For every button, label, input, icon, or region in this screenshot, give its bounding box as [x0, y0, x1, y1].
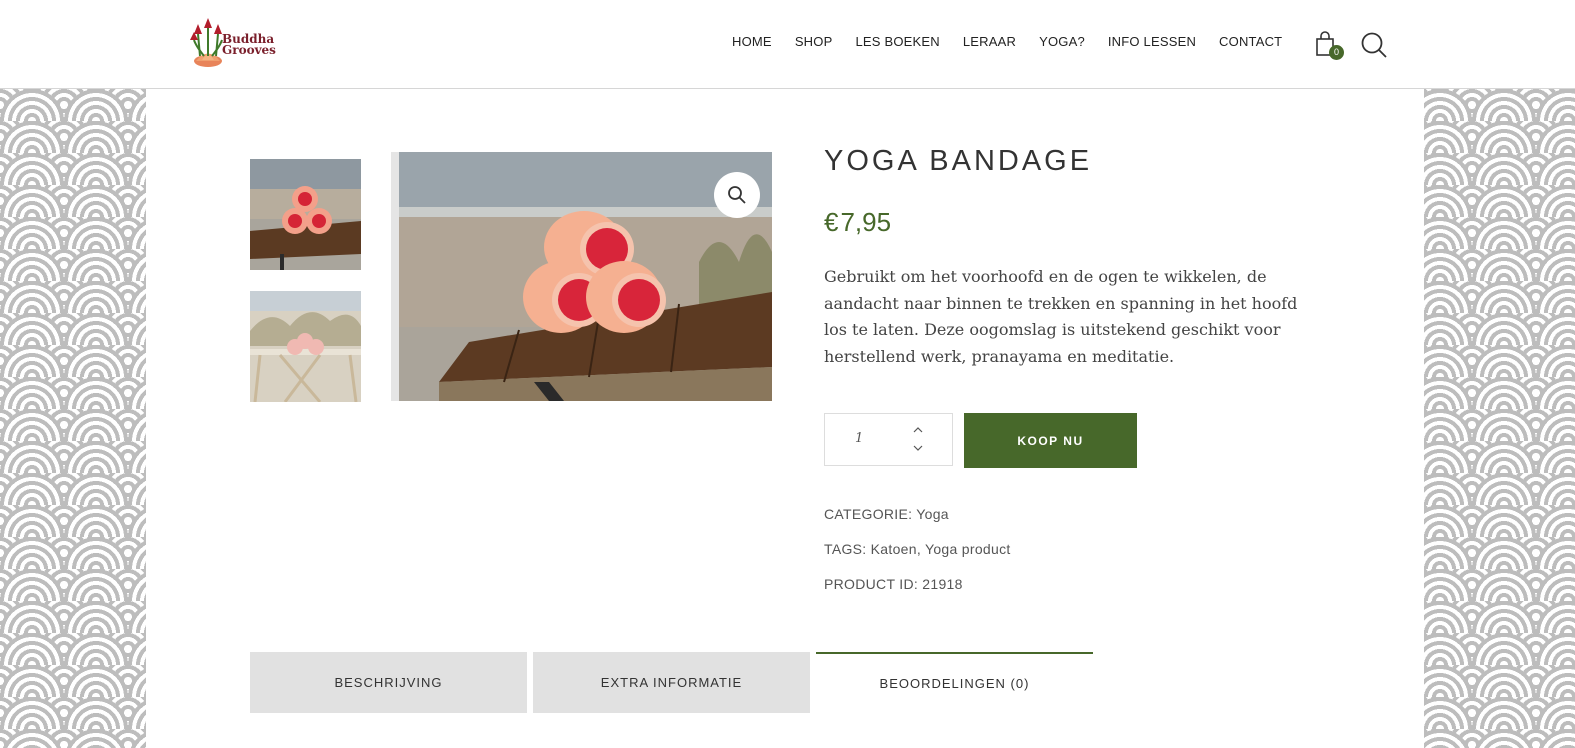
tab-beoordelingen[interactable]: BEOORDELINGEN (0)	[816, 652, 1093, 713]
chevron-down-icon[interactable]	[913, 444, 923, 452]
product-thumbnail-2[interactable]	[250, 291, 361, 402]
product-tabs: BESCHRIJVING EXTRA INFORMATIE BEOORDELIN…	[250, 652, 1099, 713]
cart-count-badge: 0	[1329, 45, 1344, 60]
nav-contact[interactable]: CONTACT	[1219, 34, 1282, 49]
category-label: CATEGORIE:	[824, 506, 913, 522]
price-currency: €	[824, 207, 839, 237]
category-link[interactable]: Yoga	[916, 506, 949, 522]
product-tags: TAGS: Katoen, Yoga product	[824, 541, 1011, 557]
tab-extra-informatie[interactable]: EXTRA INFORMATIE	[533, 652, 810, 713]
tags-links[interactable]: Katoen, Yoga product	[871, 541, 1011, 557]
buy-now-button[interactable]: KOOP NU	[964, 413, 1137, 468]
quantity-value[interactable]: 1	[855, 431, 863, 446]
site-header: Buddha Grooves HOME SHOP LES BOEKEN LERA…	[0, 0, 1575, 89]
product-thumb-image-1	[250, 159, 361, 270]
product-description: Gebruikt om het voorhoofd en de ogen te …	[824, 267, 1298, 366]
product-id-value: 21918	[922, 576, 963, 592]
product-category: CATEGORIE: Yoga	[824, 506, 949, 522]
quantity-stepper[interactable]: 1	[824, 413, 953, 466]
main-nav: HOME SHOP LES BOEKEN LERAAR YOGA? INFO L…	[732, 34, 1305, 49]
tags-label: TAGS:	[824, 541, 867, 557]
product-main-image[interactable]	[391, 152, 772, 401]
logo[interactable]: Buddha Grooves	[186, 16, 276, 70]
nav-info-lessen[interactable]: INFO LESSEN	[1108, 34, 1196, 49]
price-amount: 7,95	[840, 207, 892, 237]
nav-shop[interactable]: SHOP	[795, 34, 833, 49]
nav-home[interactable]: HOME	[732, 34, 772, 49]
nav-leraar[interactable]: LERAAR	[963, 34, 1016, 49]
product-price: €7,95	[824, 207, 891, 238]
search-icon	[1361, 32, 1387, 58]
product-page: YOGA BANDAGE €7,95 Gebruikt om het voorh…	[146, 89, 1424, 748]
cart-button[interactable]: 0	[1315, 31, 1344, 61]
product-id-label: PRODUCT ID:	[824, 576, 919, 592]
zoom-button[interactable]	[714, 172, 760, 218]
zoom-magnifier-icon	[728, 186, 746, 204]
tab-beschrijving[interactable]: BESCHRIJVING	[250, 652, 527, 713]
logo-text-line2: Grooves	[222, 43, 276, 57]
search-button[interactable]	[1360, 31, 1388, 59]
product-thumbnail-1[interactable]	[250, 159, 361, 270]
chevron-up-icon[interactable]	[913, 426, 923, 434]
nav-les-boeken[interactable]: LES BOEKEN	[855, 34, 939, 49]
product-title: YOGA BANDAGE	[824, 145, 1093, 177]
product-thumb-image-2	[250, 291, 361, 402]
product-id: PRODUCT ID: 21918	[824, 576, 963, 592]
nav-yoga[interactable]: YOGA?	[1039, 34, 1085, 49]
